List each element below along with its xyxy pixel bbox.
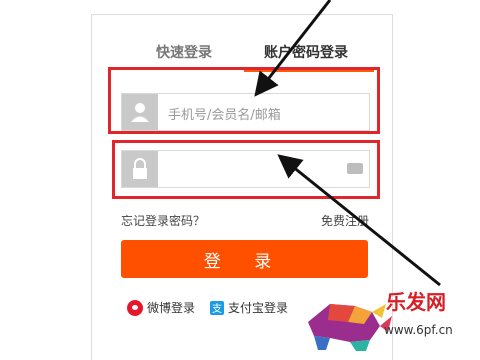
watermark-url: www.6pf.cn (384, 323, 453, 337)
arrow-to-username (254, 0, 332, 97)
arrow-to-password (277, 154, 441, 287)
watermark-brand: 乐发网 (386, 290, 446, 314)
